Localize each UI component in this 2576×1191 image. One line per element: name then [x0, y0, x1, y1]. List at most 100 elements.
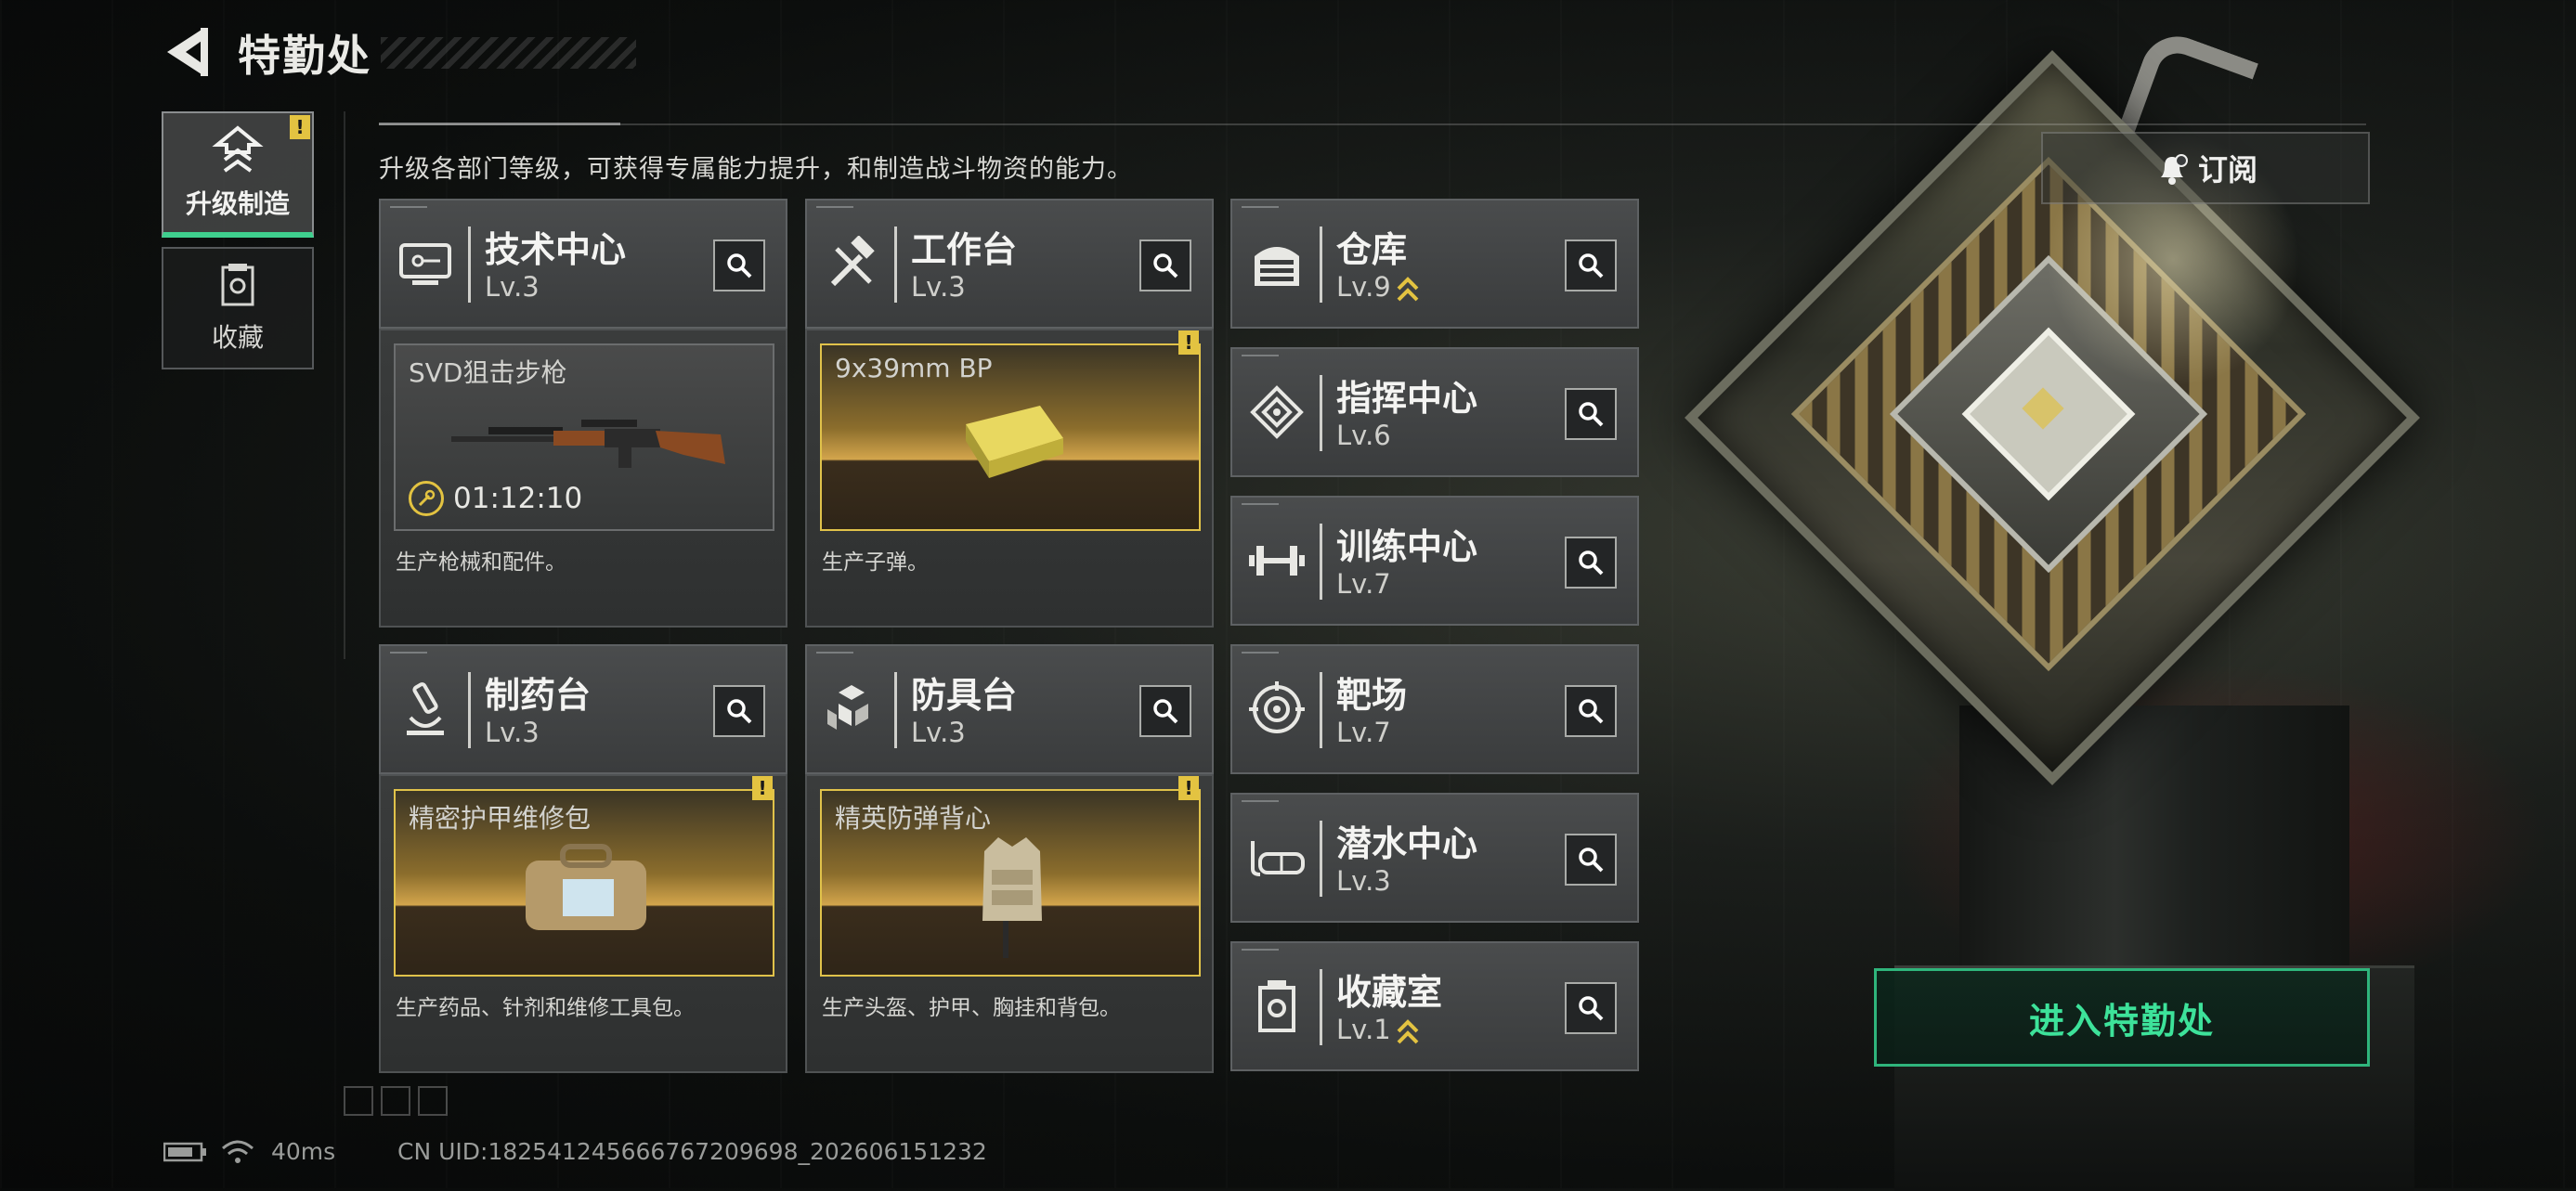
facility-card-command-center[interactable]: 指挥中心 Lv.6 [1230, 347, 1639, 477]
inspect-button[interactable] [1139, 685, 1191, 737]
page-title: 特勤处 [238, 31, 371, 81]
timer-value: 01:12:10 [453, 482, 583, 515]
facility-level: Lv.3 [1336, 865, 1391, 897]
search-icon [1579, 550, 1604, 576]
search-icon [1153, 699, 1178, 724]
upgrade-available-icon [1397, 277, 1419, 302]
facility-level-value: Lv.1 [1336, 1014, 1391, 1045]
pharmacy-icon [396, 676, 455, 743]
inspect-button[interactable] [713, 685, 765, 737]
facility-name: 防具台 [911, 675, 1018, 716]
facility-name: 技术中心 [485, 229, 627, 270]
wrench-clock-icon [409, 481, 444, 516]
production-item-name: SVD狙击步枪 [409, 357, 567, 388]
production-item-name: 精英防弹背心 [835, 803, 992, 834]
inspect-button[interactable] [1565, 685, 1617, 737]
production-item-frame: SVD狙击步枪 01:12:10 [394, 343, 774, 531]
card-tag [1242, 503, 1279, 511]
facility-level-value: Lv.9 [1336, 271, 1391, 303]
production-slot-workbench[interactable]: 9x39mm BP ! 生产子弹。 [805, 329, 1214, 628]
facility-level: Lv.1 [1336, 1014, 1419, 1045]
sniper-rifle-image [451, 420, 725, 468]
card-divider [1320, 524, 1322, 600]
facility-card-workbench[interactable]: 工作台 Lv.3 [805, 199, 1214, 329]
facility-name: 指挥中心 [1336, 378, 1478, 419]
header-divider-accent [379, 123, 620, 125]
enter-special-ops-button[interactable]: 进入特勤处 [1874, 968, 2370, 1067]
inspect-button[interactable] [1565, 834, 1617, 886]
nav-label: 升级制造 [185, 188, 290, 219]
card-tag [1242, 355, 1279, 362]
status-bar: 40ms [163, 1138, 335, 1165]
alert-badge: ! [1178, 776, 1199, 800]
production-slot-pharmacy[interactable]: 精密护甲维修包 ! 生产药品、针剂和维修工具包。 [379, 774, 787, 1073]
facility-level: Lv.9 [1336, 271, 1419, 303]
card-tag [816, 652, 853, 659]
card-divider [1320, 227, 1322, 303]
tech-center-icon [396, 230, 455, 297]
search-icon [727, 253, 752, 278]
facility-card-pharmacy[interactable]: 制药台 Lv.3 [379, 644, 787, 774]
inspect-button[interactable] [1565, 239, 1617, 291]
nav-divider [344, 111, 345, 659]
production-description: 生产头盔、护甲、胸挂和背包。 [822, 996, 1121, 1020]
ammo-box-image [966, 406, 1063, 478]
diving-center-icon [1247, 824, 1307, 891]
production-description: 生产药品、针剂和维修工具包。 [396, 996, 695, 1020]
inspect-button[interactable] [1139, 239, 1191, 291]
inspect-button[interactable] [1565, 388, 1617, 440]
card-tag [1242, 652, 1279, 659]
alert-badge: ! [1178, 330, 1199, 355]
training-center-icon [1247, 527, 1307, 594]
inspect-button[interactable] [1565, 537, 1617, 589]
battery-icon [163, 1142, 206, 1161]
nav-collection[interactable]: 收藏 [162, 247, 314, 369]
facility-card-diving-center[interactable]: 潜水中心 Lv.3 [1230, 793, 1639, 923]
facility-card-warehouse[interactable]: 仓库 Lv.9 [1230, 199, 1639, 329]
nav-label: 收藏 [211, 322, 264, 353]
facility-level: Lv.7 [1336, 717, 1391, 748]
card-divider [1320, 969, 1322, 1045]
production-item-frame: 精英防弹背心 [820, 789, 1201, 977]
user-uid: CN UID:1825412456667672096​98_2026061512… [397, 1138, 987, 1165]
facility-card-training-center[interactable]: 训练中心 Lv.7 [1230, 496, 1639, 626]
facility-card-armor-bench[interactable]: 防具台 Lv.3 [805, 644, 1214, 774]
back-arrow-icon [167, 28, 208, 76]
facility-card-collection-room[interactable]: 收藏室 Lv.1 [1230, 941, 1639, 1071]
bottom-toolbar [344, 1086, 448, 1116]
tool-icon [344, 1086, 373, 1116]
facility-card-tech-center[interactable]: 技术中心 Lv.3 [379, 199, 787, 329]
production-slot-armor-bench[interactable]: 精英防弹背心 ! 生产头盔、护甲、胸挂和背包。 [805, 774, 1214, 1073]
card-tag [390, 206, 427, 214]
shooting-range-icon [1247, 676, 1307, 743]
workbench-icon [822, 230, 881, 297]
facility-level: Lv.6 [1336, 420, 1391, 451]
card-divider [1320, 375, 1322, 451]
armor-bench-icon [822, 676, 881, 743]
card-tag [1242, 206, 1279, 214]
production-item-name: 9x39mm BP [835, 353, 993, 383]
wifi-icon [222, 1140, 254, 1163]
card-tag [816, 206, 853, 214]
card-divider [894, 227, 897, 303]
inspect-button[interactable] [1565, 982, 1617, 1034]
facility-name: 仓库 [1336, 229, 1408, 270]
card-divider [1320, 672, 1322, 748]
search-icon [1579, 253, 1604, 278]
tool-icon [381, 1086, 410, 1116]
subscribe-button[interactable]: 订阅 [2041, 132, 2370, 204]
production-slot-tech-center[interactable]: SVD狙击步枪 01:12:10 生产枪械和配件。 [379, 329, 787, 628]
search-icon [1579, 996, 1604, 1021]
inspect-button[interactable] [713, 239, 765, 291]
production-item-frame: 9x39mm BP [820, 343, 1201, 531]
alert-badge: ! [290, 115, 310, 139]
card-divider [1320, 821, 1322, 897]
vest-image [982, 837, 1042, 958]
facility-level: Lv.3 [911, 717, 966, 748]
back-button[interactable] [160, 22, 215, 82]
page-description: 升级各部门等级，可获得专属能力提升，和制造战斗物资的能力。 [379, 155, 1133, 184]
search-icon [727, 699, 752, 724]
facility-card-shooting-range[interactable]: 靶场 Lv.7 [1230, 644, 1639, 774]
nav-upgrade-manufacture[interactable]: 升级制造 ! [162, 111, 314, 238]
search-icon [1153, 253, 1178, 278]
